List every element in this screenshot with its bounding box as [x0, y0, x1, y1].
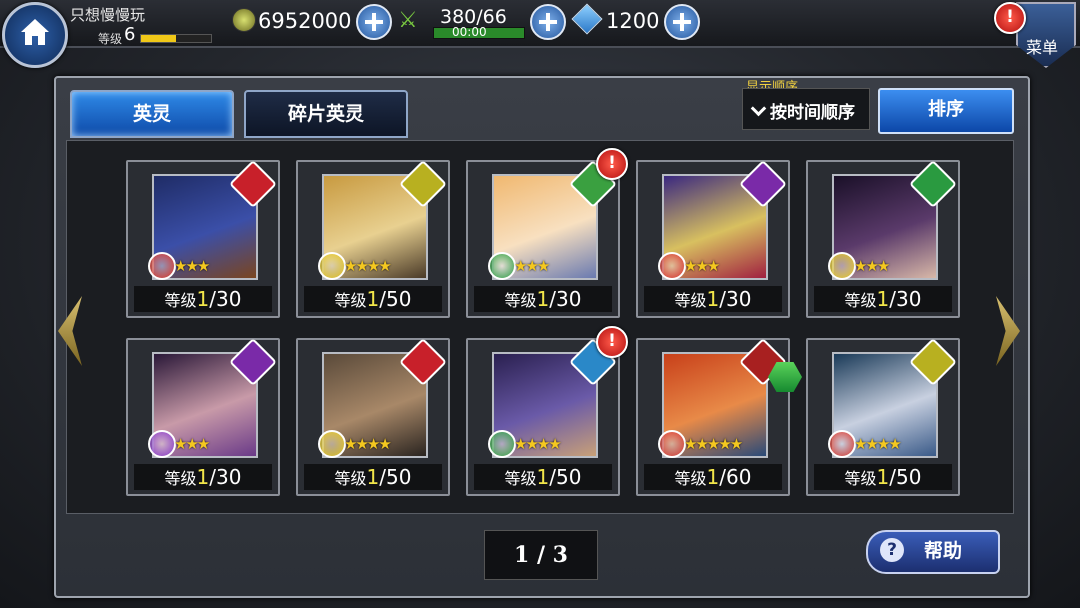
- hero-card[interactable]: ★★★ 等级1/30: [466, 159, 620, 318]
- hero-element-icon: [318, 252, 346, 280]
- hero-level-prefix: 等级: [504, 291, 537, 310]
- hero-level-max: /50: [379, 287, 412, 311]
- hero-rarity-stars: ★★★★: [344, 435, 392, 453]
- hero-level-max: /30: [549, 287, 582, 311]
- hero-card[interactable]: ★★★★ 等级1/50: [466, 337, 620, 496]
- hero-level: 等级1/30: [474, 286, 612, 312]
- hero-level-prefix: 等级: [674, 469, 707, 488]
- hero-rarity-stars: ★★★: [174, 435, 210, 453]
- hero-level: 等级1/50: [814, 464, 952, 490]
- hero-rarity-stars: ★★★: [854, 257, 890, 275]
- hero-level-prefix: 等级: [844, 291, 877, 310]
- hero-level-prefix: 等级: [164, 291, 197, 310]
- sort-button[interactable]: 排序: [878, 88, 1014, 134]
- hero-level-current: 1: [196, 465, 210, 489]
- hero-element-icon: [658, 252, 686, 280]
- sort-order-value: 按时间顺序: [753, 98, 855, 123]
- hero-level-max: /30: [889, 287, 922, 311]
- add-gold-button[interactable]: [356, 4, 392, 40]
- hero-card[interactable]: ★★★★ 等级1/50: [806, 337, 960, 496]
- hero-level-current: 1: [706, 465, 720, 489]
- hero-level: 等级1/60: [644, 464, 782, 490]
- hero-level-max: /50: [379, 465, 412, 489]
- hero-alert-icon: !: [596, 326, 628, 358]
- hero-level-max: /50: [889, 465, 922, 489]
- menu-label: 菜单: [1026, 38, 1059, 57]
- gold-amount: 6952000: [258, 9, 352, 33]
- player-level: 6: [124, 24, 136, 45]
- menu-alert-icon: !: [994, 2, 1026, 34]
- hero-level-max: /30: [719, 287, 752, 311]
- hero-level-prefix: 等级: [334, 291, 367, 310]
- help-button[interactable]: ? 帮助: [866, 530, 1000, 574]
- crossed-swords-icon: ⚔: [398, 8, 418, 33]
- hero-level-prefix: 等级: [504, 469, 537, 488]
- hero-level-prefix: 等级: [844, 469, 877, 488]
- hero-level-current: 1: [876, 465, 890, 489]
- hero-level-current: 1: [366, 287, 380, 311]
- hero-card[interactable]: ★★★ 等级1/30: [636, 159, 790, 318]
- hero-level-current: 1: [536, 465, 550, 489]
- hero-card[interactable]: ★★★★ 等级1/50: [296, 159, 450, 318]
- hero-level: 等级1/30: [134, 464, 272, 490]
- hero-level-current: 1: [196, 287, 210, 311]
- page-indicator: 1 / 3: [484, 530, 598, 580]
- hero-element-icon: [488, 252, 516, 280]
- hero-level-max: /30: [209, 465, 242, 489]
- hero-element-icon: [488, 430, 516, 458]
- hero-level-prefix: 等级: [334, 469, 367, 488]
- hero-level-prefix: 等级: [164, 469, 197, 488]
- hero-level-current: 1: [536, 287, 550, 311]
- hero-element-icon: [828, 430, 856, 458]
- hero-card[interactable]: ★★★★★ 等级1/60: [636, 337, 790, 496]
- add-crystal-button[interactable]: [664, 4, 700, 40]
- help-label: 帮助: [924, 540, 963, 562]
- hero-card[interactable]: ★★★★ 等级1/50: [296, 337, 450, 496]
- hero-card[interactable]: ★★★ 等级1/30: [126, 159, 280, 318]
- hero-card[interactable]: ★★★ 等级1/30: [806, 159, 960, 318]
- hero-level-current: 1: [876, 287, 890, 311]
- home-icon: [21, 19, 49, 45]
- hero-level: 等级1/30: [644, 286, 782, 312]
- hero-level: 等级1/30: [814, 286, 952, 312]
- home-button[interactable]: [2, 2, 68, 68]
- experience-bar: [140, 34, 212, 43]
- hero-element-icon: [318, 430, 346, 458]
- hero-rarity-stars: ★★★★: [854, 435, 902, 453]
- hero-element-icon: [658, 430, 686, 458]
- hero-rarity-stars: ★★★★: [514, 435, 562, 453]
- sort-order-dropdown[interactable]: 按时间顺序: [742, 88, 870, 130]
- hero-rarity-stars: ★★★: [684, 257, 720, 275]
- hero-level-prefix: 等级: [674, 291, 707, 310]
- hero-rarity-stars: ★★★: [174, 257, 210, 275]
- hero-level-current: 1: [706, 287, 720, 311]
- hero-element-icon: [148, 252, 176, 280]
- tab-heroes[interactable]: 英灵: [70, 90, 234, 138]
- hero-level: 等级1/30: [134, 286, 272, 312]
- crystal-amount: 1200: [606, 9, 660, 33]
- question-icon: ?: [880, 538, 904, 562]
- hero-rarity-stars: ★★★★★: [684, 435, 743, 453]
- hero-element-icon: [148, 430, 176, 458]
- hero-level-max: /30: [209, 287, 242, 311]
- hero-level-current: 1: [366, 465, 380, 489]
- hero-rarity-stars: ★★★: [514, 257, 550, 275]
- hero-rarity-stars: ★★★★: [344, 257, 392, 275]
- hero-level: 等级1/50: [474, 464, 612, 490]
- player-level-label: 等级: [98, 32, 123, 46]
- hero-element-icon: [828, 252, 856, 280]
- hero-card[interactable]: ★★★ 等级1/30: [126, 337, 280, 496]
- stamina-timer: 00:00: [452, 25, 487, 39]
- add-stamina-button[interactable]: [530, 4, 566, 40]
- hero-level-max: /50: [549, 465, 582, 489]
- hero-level: 等级1/50: [304, 464, 442, 490]
- gold-coin-icon: [232, 8, 256, 32]
- hero-level-max: /60: [719, 465, 752, 489]
- hero-alert-icon: !: [596, 148, 628, 180]
- tab-fragment-heroes[interactable]: 碎片英灵: [244, 90, 408, 138]
- hero-level: 等级1/50: [304, 286, 442, 312]
- player-name: 只想慢慢玩: [70, 6, 146, 24]
